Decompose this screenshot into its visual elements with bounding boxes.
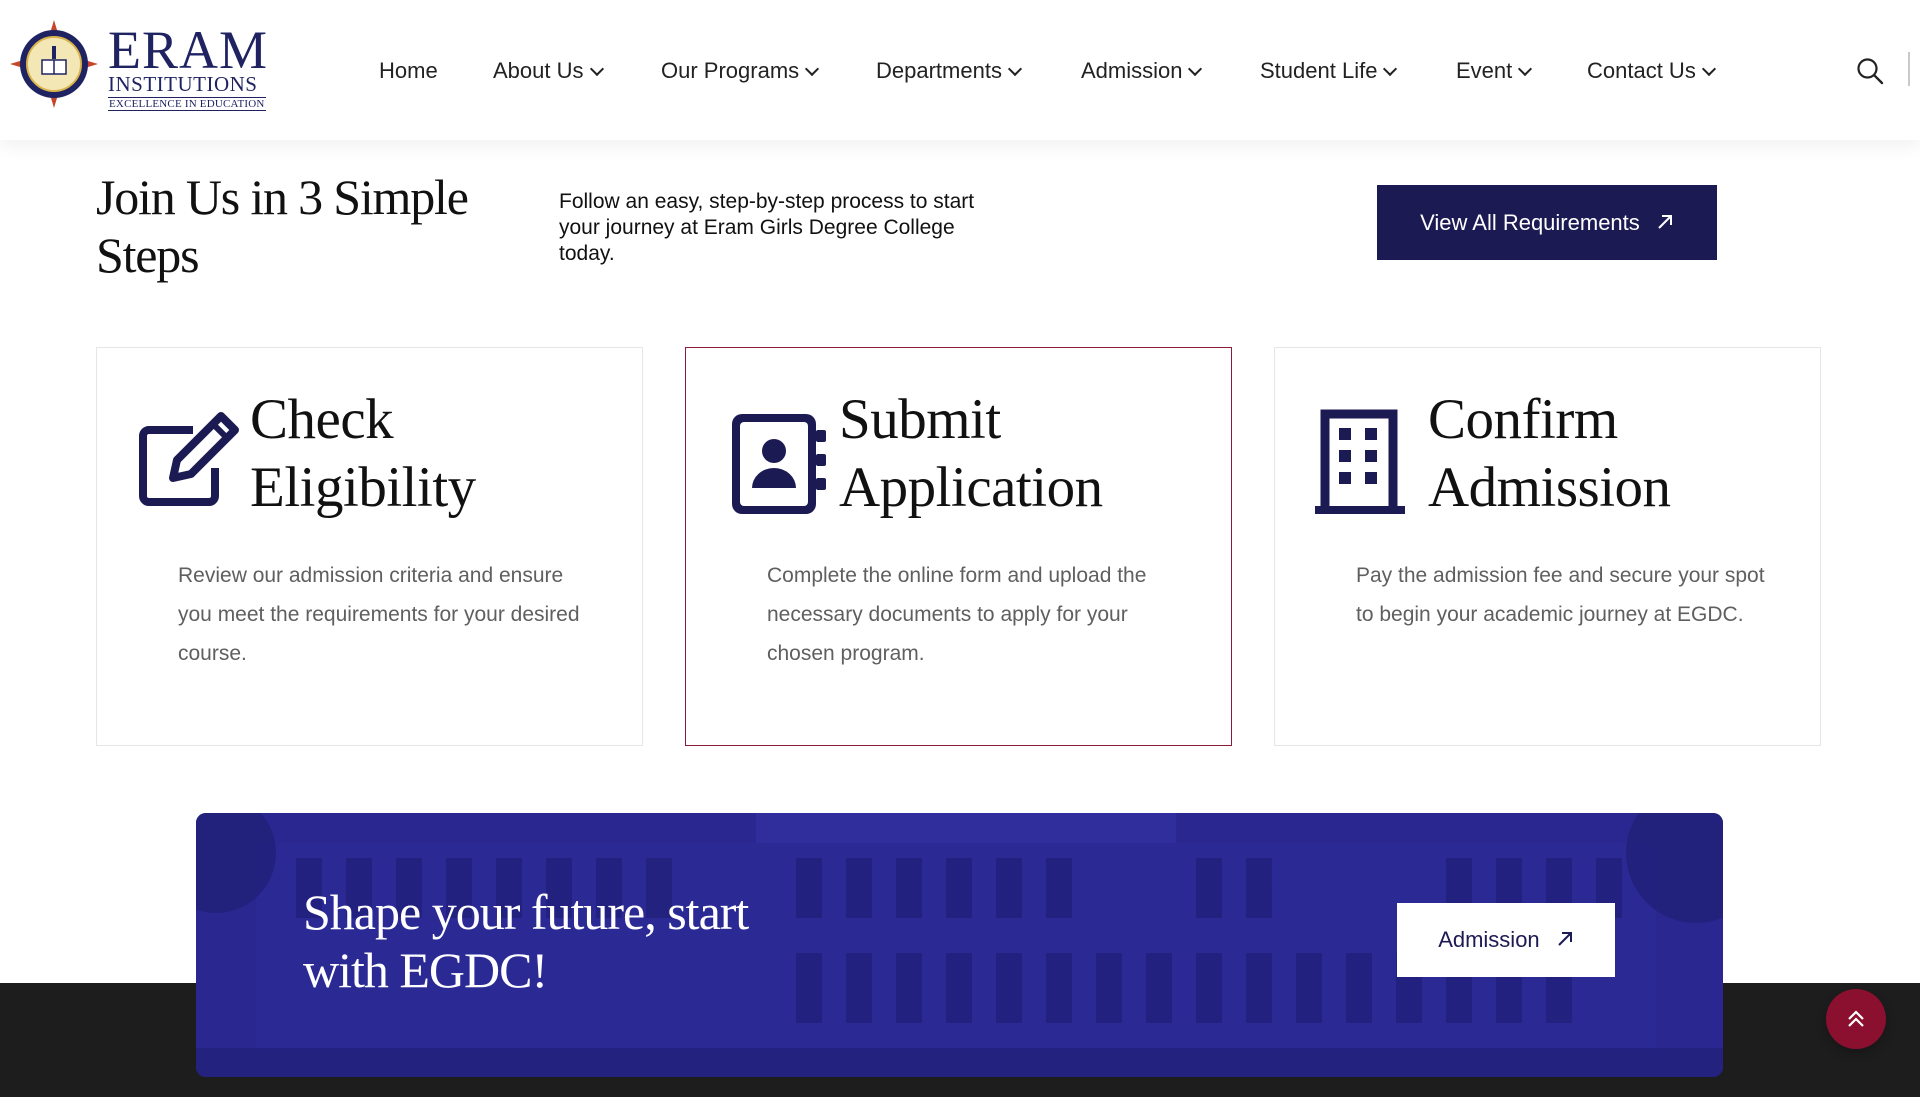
building-icon: [1315, 409, 1405, 514]
chevron-down-icon: [1188, 61, 1203, 77]
contact-book-icon: [732, 414, 826, 514]
nav-item-label: Home: [379, 58, 438, 83]
nav-item-label: Contact Us: [1587, 58, 1696, 83]
nav-item-event[interactable]: Event: [1456, 55, 1533, 87]
step-card-check-eligibility[interactable]: Check Eligibility Review our admission c…: [96, 347, 643, 746]
chevron-down-icon: [589, 61, 604, 77]
nav-item-label: About Us: [493, 58, 584, 83]
search-icon[interactable]: [1855, 56, 1885, 86]
step-card-title: Check Eligibility: [250, 388, 476, 519]
button-label: Admission: [1438, 927, 1540, 952]
nav-item-label: Student Life: [1260, 58, 1378, 83]
site-header: ERAM INSTITUTIONS EXCELLENCE IN EDUCATIO…: [0, 0, 1920, 140]
step-card-text: Complete the online form and upload the …: [767, 564, 1147, 665]
view-all-requirements-button[interactable]: View All Requirements: [1377, 185, 1717, 260]
logo-tagline: EXCELLENCE IN EDUCATION: [108, 97, 266, 111]
admission-button[interactable]: Admission: [1397, 903, 1615, 977]
edit-icon: [139, 412, 239, 506]
nav-item-our-programs[interactable]: Our Programs: [661, 55, 820, 87]
chevron-down-icon: [1383, 61, 1398, 77]
logo-sub-text: INSTITUTIONS: [108, 72, 258, 96]
logo-main-text: ERAM: [108, 20, 269, 80]
logo-seal-icon: [10, 20, 98, 108]
arrow-up-right-icon: [1658, 215, 1672, 229]
nav-item-student-life[interactable]: Student Life: [1260, 55, 1398, 87]
steps-description: Follow an easy, step-by-step process to …: [559, 190, 975, 265]
chevron-down-icon: [805, 61, 820, 77]
chevron-down-icon: [1701, 61, 1716, 77]
nav-item-about-us[interactable]: About Us: [493, 55, 604, 87]
step-card-title: Confirm Admission: [1428, 388, 1671, 519]
chevron-down-icon: [1007, 61, 1023, 77]
step-card-title: Submit Application: [839, 388, 1103, 519]
step-card-confirm-admission[interactable]: Confirm Admission Pay the admission fee …: [1274, 347, 1821, 746]
cta-banner: Shape your future, start with EGDC! Admi…: [196, 813, 1723, 1077]
nav-item-home[interactable]: Home: [379, 55, 438, 87]
arrow-up-right-icon: [1558, 932, 1572, 946]
nav-item-label: Our Programs: [661, 58, 800, 83]
double-chevron-up-icon: [1848, 1010, 1864, 1027]
scroll-to-top-button[interactable]: [1826, 989, 1886, 1049]
nav-item-admission[interactable]: Admission: [1081, 55, 1203, 87]
nav-item-departments[interactable]: Departments: [876, 55, 1023, 87]
button-label: View All Requirements: [1420, 210, 1640, 235]
step-card-text: Review our admission criteria and ensure…: [178, 564, 580, 665]
cta-heading: Shape your future, start with EGDC!: [303, 884, 749, 998]
step-card-submit-application[interactable]: Submit Application Complete the online f…: [685, 347, 1232, 746]
step-card-text: Pay the admission fee and secure your sp…: [1356, 564, 1765, 626]
chevron-down-icon: [1518, 61, 1533, 77]
site-logo[interactable]: ERAM INSTITUTIONS EXCELLENCE IN EDUCATIO…: [10, 18, 270, 111]
nav-item-contact-us[interactable]: Contact Us: [1587, 55, 1716, 87]
nav-item-label: Departments: [876, 58, 1002, 83]
steps-heading: Join Us in 3 Simple Steps: [96, 169, 469, 283]
nav-item-label: Admission: [1081, 58, 1183, 83]
nav-item-label: Event: [1456, 58, 1513, 83]
header-divider: [1908, 52, 1910, 86]
